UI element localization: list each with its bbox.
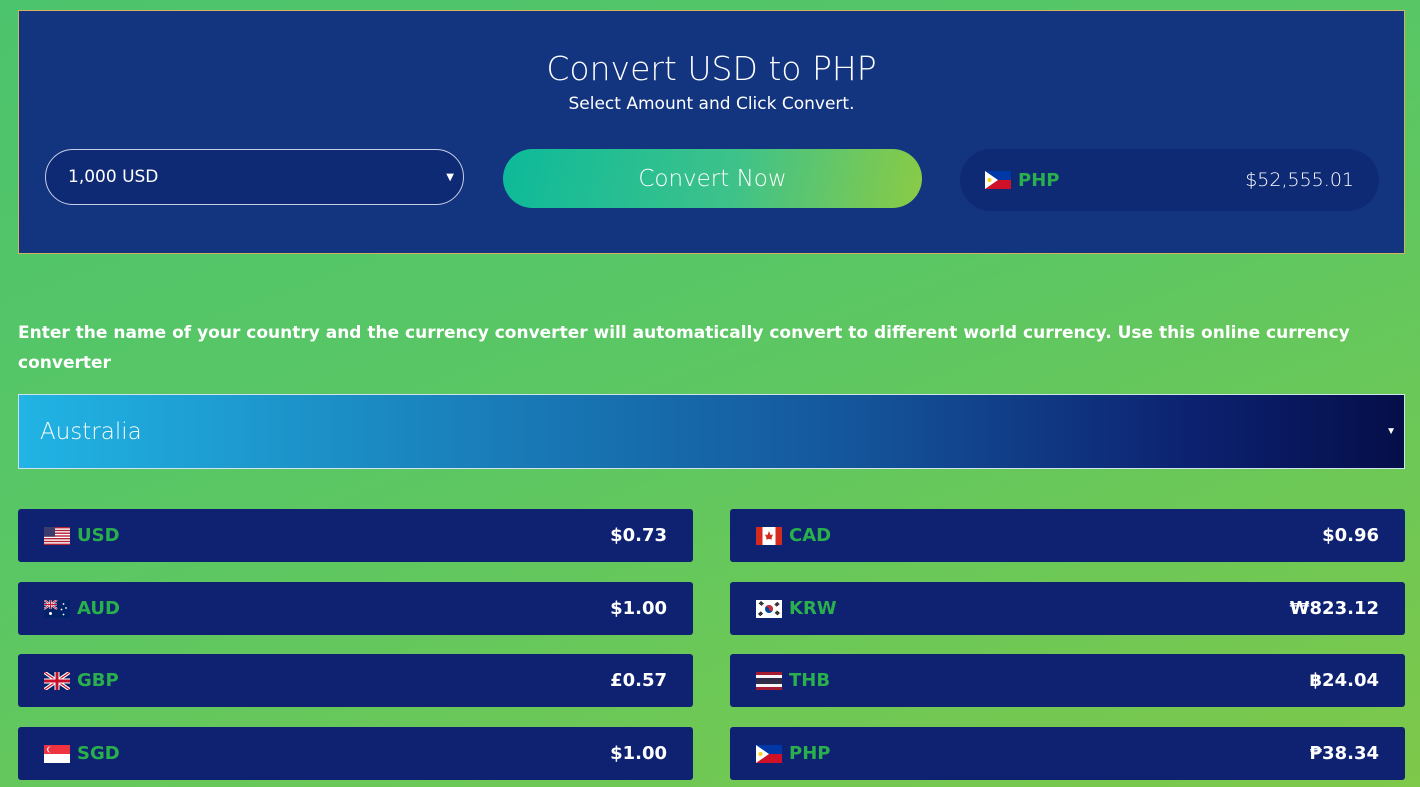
rate-row-cad: CAD $0.96	[730, 509, 1405, 562]
rate-value: £0.57	[610, 670, 667, 691]
rate-value: $0.73	[610, 525, 667, 546]
rate-row-krw: KRW ₩823.12	[730, 582, 1405, 635]
rate-code: PHP	[789, 743, 831, 764]
converter-subtitle: Select Amount and Click Convert.	[568, 94, 855, 114]
rate-row-usd: USD $0.73	[18, 509, 693, 562]
rate-value: $1.00	[610, 743, 667, 764]
converter-title: Convert USD to PHP	[546, 49, 877, 88]
rate-row-gbp: GBP £0.57	[18, 654, 693, 707]
rate-value: ₱38.34	[1309, 743, 1379, 764]
rate-code: KRW	[789, 598, 837, 619]
rate-row-aud: AUD $1.00	[18, 582, 693, 635]
country-select[interactable]: Australia ▼	[18, 394, 1405, 469]
ph-flag-icon	[985, 171, 1011, 189]
caret-down-icon: ▼	[1386, 426, 1396, 437]
result-box: PHP $52,555.01	[960, 149, 1379, 211]
rate-value: ฿24.04	[1309, 670, 1379, 691]
result-value: $52,555.01	[1245, 169, 1354, 191]
converter-card: Convert USD to PHP Select Amount and Cli…	[18, 10, 1405, 254]
rate-value: $1.00	[610, 598, 667, 619]
rate-value: $0.96	[1322, 525, 1379, 546]
sg-flag-icon	[44, 744, 70, 763]
au-flag-icon	[44, 599, 70, 618]
rate-value: ₩823.12	[1289, 598, 1379, 619]
ca-flag-icon	[756, 526, 782, 545]
rate-code: CAD	[789, 525, 832, 546]
kr-flag-icon	[756, 599, 782, 618]
caret-down-icon: ▼	[446, 172, 454, 183]
convert-now-button[interactable]: Convert Now	[503, 149, 922, 208]
country-select-value: Australia	[40, 418, 142, 445]
result-currency-code: PHP	[1018, 169, 1060, 191]
rate-row-sgd: SGD $1.00	[18, 727, 693, 780]
rate-row-php: PHP ₱38.34	[730, 727, 1405, 780]
amount-select-value: 1,000 USD	[68, 167, 159, 187]
rate-code: USD	[77, 525, 120, 546]
ph-flag-icon	[756, 744, 782, 763]
rate-row-thb: THB ฿24.04	[730, 654, 1405, 707]
th-flag-icon	[756, 671, 782, 690]
rate-code: GBP	[77, 670, 119, 691]
gb-flag-icon	[44, 671, 70, 690]
amount-select[interactable]: 1,000 USD ▼	[45, 149, 464, 205]
intro-text: Enter the name of your country and the c…	[18, 323, 1350, 373]
rate-code: SGD	[77, 743, 120, 764]
rate-code: THB	[789, 670, 831, 691]
rate-code: AUD	[77, 598, 120, 619]
us-flag-icon	[44, 526, 70, 545]
